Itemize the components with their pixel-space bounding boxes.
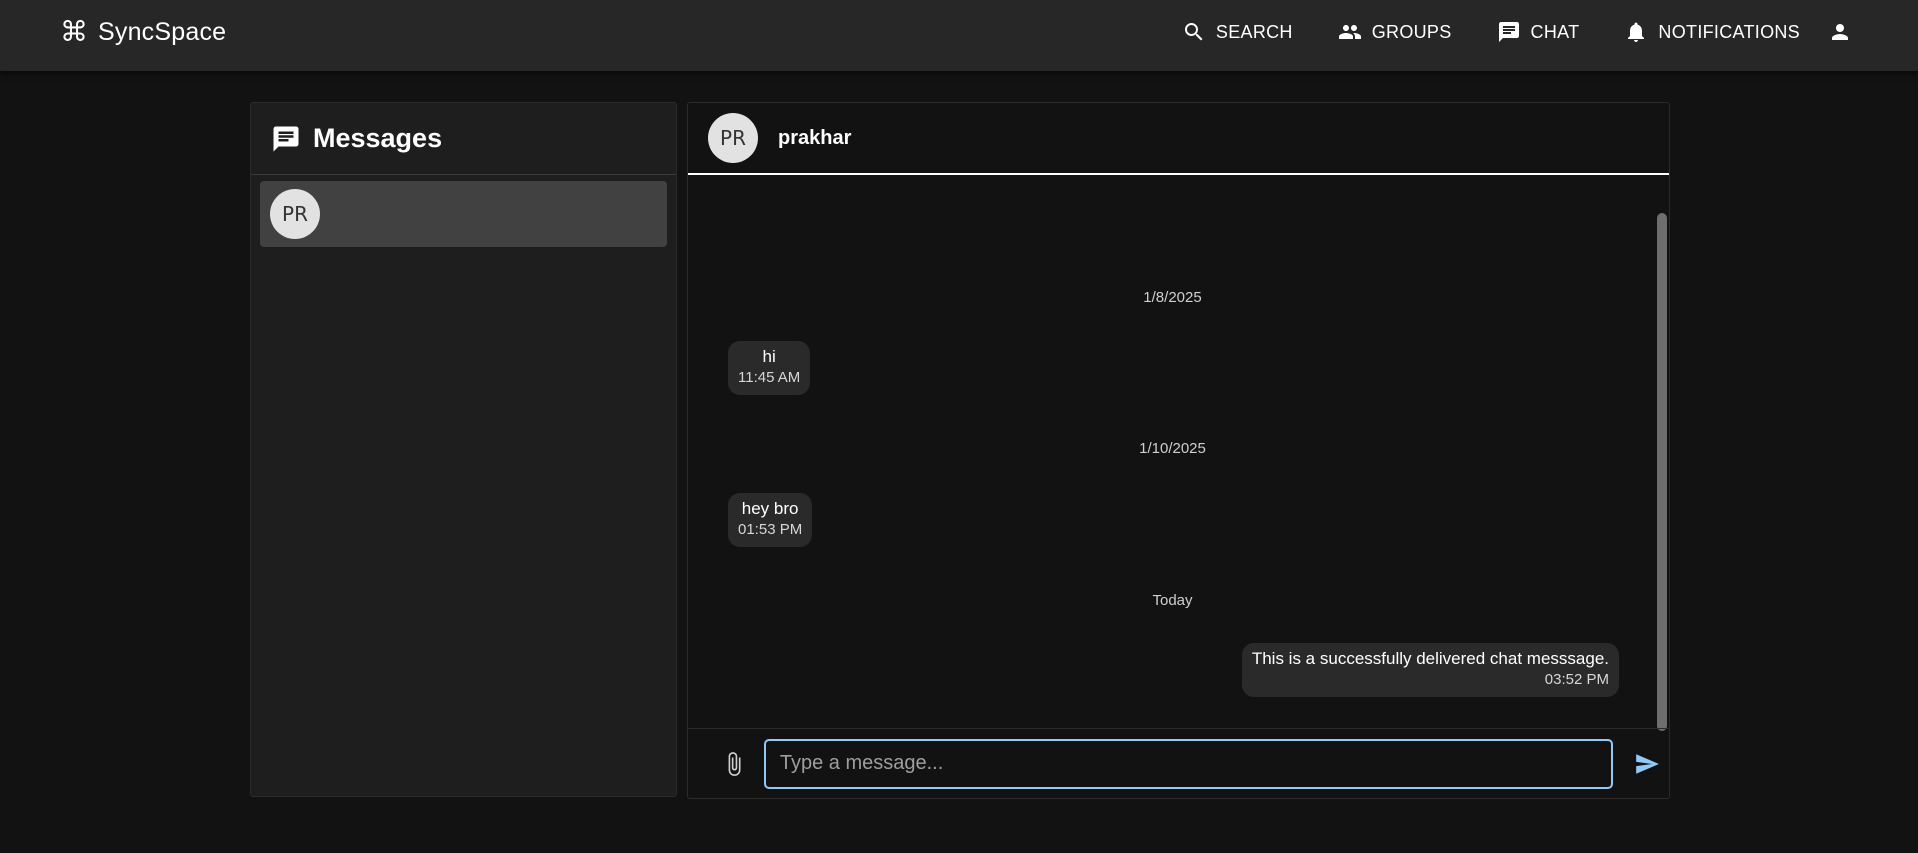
- date-divider: Today: [1152, 592, 1193, 609]
- messages-sidebar: Messages PR: [250, 102, 677, 797]
- chat-icon: [271, 124, 301, 154]
- message-text: This is a successfully delivered chat me…: [1251, 649, 1609, 668]
- date-divider: 1/8/2025: [1143, 289, 1202, 306]
- profile-button[interactable]: [1816, 12, 1852, 52]
- chat-panel: PR prakhar 1/8/2025 hi 11:45 AM 1/10/202…: [687, 102, 1670, 799]
- nav-chat-button[interactable]: CHAT: [1485, 12, 1592, 52]
- message-time: 03:52 PM: [1544, 671, 1609, 688]
- sidebar-header: Messages: [251, 103, 676, 175]
- message-composer: [688, 728, 1669, 798]
- brand[interactable]: ⌘ SyncSpace: [60, 0, 226, 64]
- top-nav: SEARCH GROUPS CHAT NOTIFICATIONS: [1149, 0, 1852, 64]
- message-text: hi: [762, 347, 776, 366]
- attach-button[interactable]: [712, 742, 756, 786]
- chat-icon: [1497, 20, 1521, 44]
- nav-search-button[interactable]: SEARCH: [1170, 12, 1305, 52]
- nav-notifications-label: NOTIFICATIONS: [1658, 21, 1800, 42]
- nav-groups-label: GROUPS: [1371, 21, 1452, 42]
- nav-chat-label: CHAT: [1530, 21, 1580, 42]
- groups-icon: [1338, 20, 1362, 44]
- message-input[interactable]: [763, 738, 1614, 789]
- avatar: PR: [270, 189, 320, 239]
- message-text: hey bro: [741, 499, 799, 518]
- nav-search-label: SEARCH: [1215, 21, 1293, 42]
- paperclip-icon: [721, 751, 747, 777]
- message-time: 01:53 PM: [738, 521, 803, 538]
- bell-icon: [1624, 20, 1648, 44]
- contact-name: prakhar: [778, 126, 852, 149]
- message-time: 11:45 AM: [738, 369, 801, 386]
- command-icon: ⌘: [60, 16, 88, 47]
- conversation-item[interactable]: PR: [260, 181, 667, 247]
- nav-groups-button[interactable]: GROUPS: [1326, 12, 1464, 52]
- message-list[interactable]: 1/8/2025 hi 11:45 AM 1/10/2025 hey bro 0…: [688, 175, 1669, 731]
- app-title: SyncSpace: [98, 17, 227, 46]
- send-button[interactable]: [1625, 742, 1669, 786]
- person-icon: [1828, 20, 1852, 44]
- contact-avatar[interactable]: PR: [708, 113, 758, 163]
- send-icon: [1634, 751, 1660, 777]
- search-icon: [1182, 20, 1206, 44]
- app-bar: ⌘ SyncSpace SEARCH GROUPS CHAT NOTIFICAT…: [0, 0, 1918, 71]
- sidebar-title: Messages: [313, 123, 443, 153]
- nav-notifications-button[interactable]: NOTIFICATIONS: [1612, 12, 1812, 52]
- date-divider: 1/10/2025: [1139, 440, 1206, 457]
- message-bubble: hey bro 01:53 PM: [728, 493, 813, 547]
- scrollbar[interactable]: [1657, 213, 1667, 731]
- message-bubble: This is a successfully delivered chat me…: [1241, 643, 1619, 697]
- message-bubble: hi 11:45 AM: [728, 341, 811, 395]
- chat-header: PR prakhar: [688, 103, 1669, 175]
